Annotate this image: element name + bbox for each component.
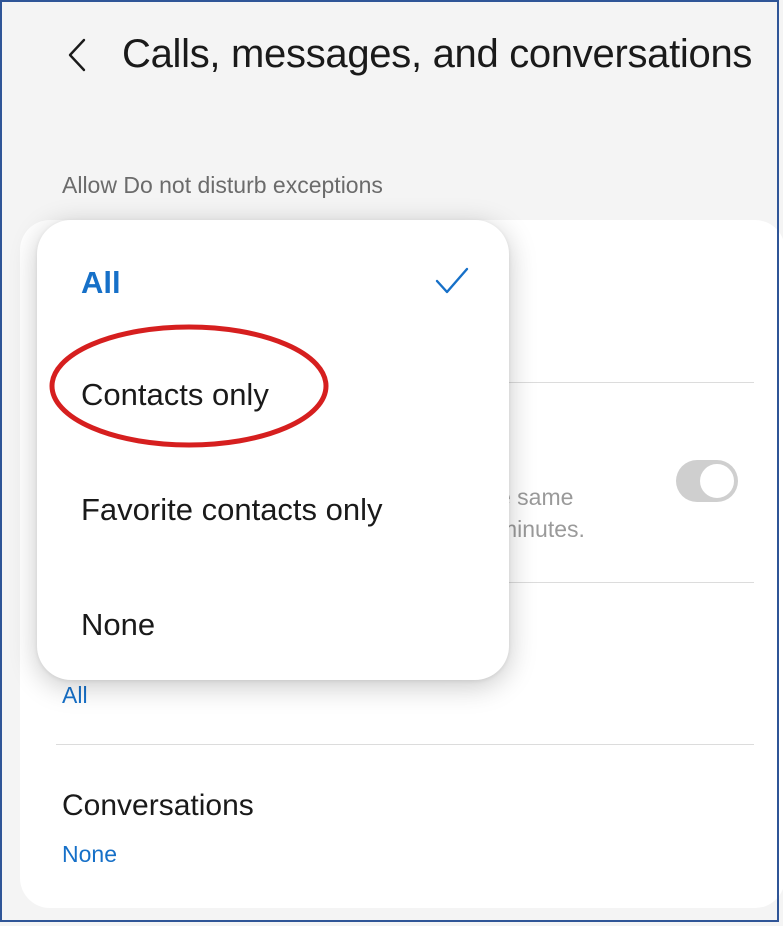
back-button[interactable] xyxy=(52,30,102,80)
menu-item-favorite-contacts-only[interactable]: Favorite contacts only xyxy=(37,455,509,565)
section-label: Allow Do not disturb exceptions xyxy=(62,172,383,198)
dropdown-menu: All Contacts only Favorite contacts only… xyxy=(37,220,509,680)
messages-value: All xyxy=(62,682,88,708)
chevron-left-icon xyxy=(68,38,86,72)
toggle-knob xyxy=(698,462,736,500)
repeat-callers-description-line1: e same xyxy=(498,484,574,510)
conversations-setting[interactable]: Conversations None xyxy=(20,745,783,905)
page-title: Calls, messages, and conversations xyxy=(122,32,753,76)
repeat-callers-description-line2: minutes. xyxy=(498,516,585,542)
repeat-callers-toggle[interactable] xyxy=(676,460,738,502)
conversations-value: None xyxy=(62,841,117,867)
menu-item-label: Favorite contacts only xyxy=(81,492,383,527)
menu-item-label: Contacts only xyxy=(81,377,269,412)
menu-item-label: All xyxy=(81,265,121,300)
conversations-title: Conversations xyxy=(62,789,254,822)
menu-item-none[interactable]: None xyxy=(37,570,509,680)
menu-item-label: None xyxy=(81,607,156,642)
checkmark-icon xyxy=(435,267,469,294)
menu-item-contacts-only[interactable]: Contacts only xyxy=(37,340,509,450)
menu-item-all[interactable]: All xyxy=(37,228,509,338)
app-header: Calls, messages, and conversations xyxy=(0,0,783,120)
